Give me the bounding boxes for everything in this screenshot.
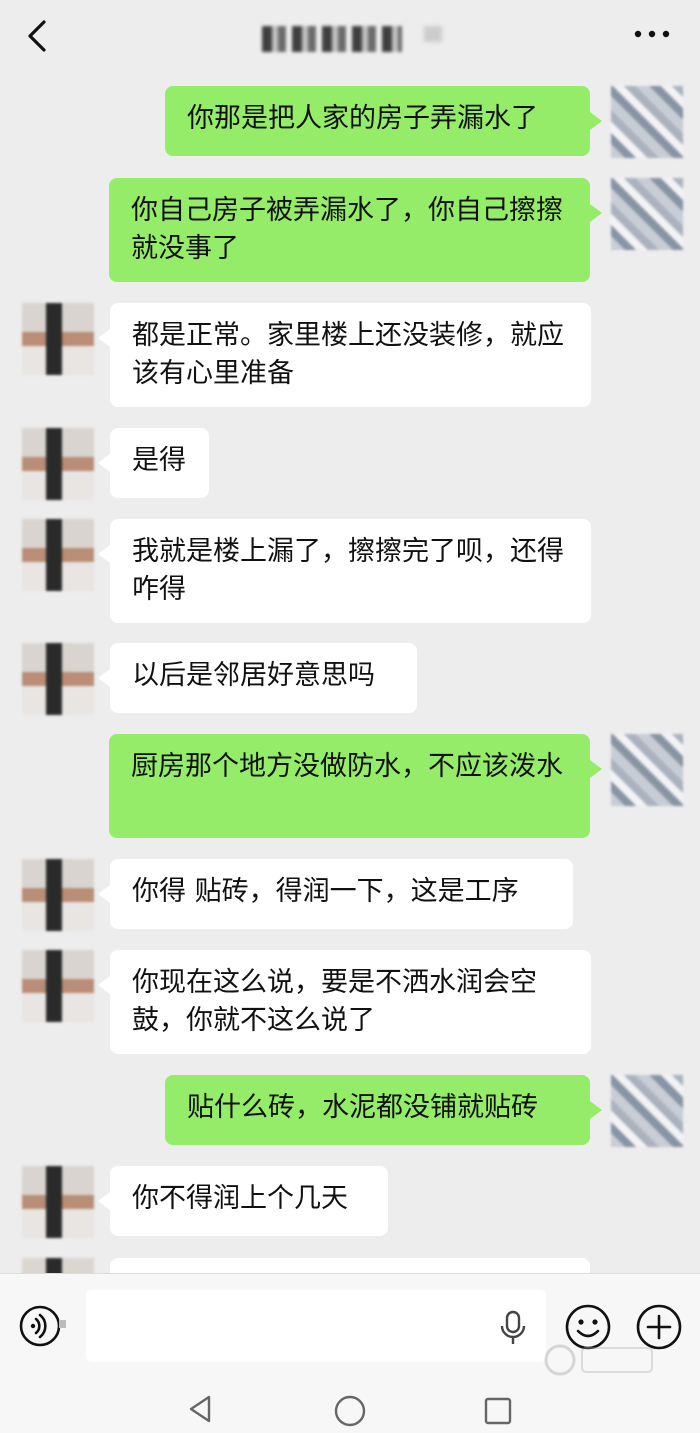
- nav-back-icon[interactable]: [185, 1394, 215, 1424]
- avatar[interactable]: [22, 1258, 94, 1273]
- avatar[interactable]: [22, 859, 94, 931]
- message-bubble[interactable]: 贴什么砖，水泥都没铺就贴砖: [165, 1075, 602, 1145]
- avatar[interactable]: [22, 519, 94, 591]
- chat-title: [262, 26, 402, 52]
- microphone-icon[interactable]: [498, 1310, 528, 1346]
- message-bubble[interactable]: 你现在这么说，要是不洒水润会空鼓，你就不这么说了: [98, 950, 591, 1054]
- message-bubble[interactable]: 你自己房子被弄漏水了，你自己擦擦就没事了: [109, 178, 602, 282]
- message-bubble[interactable]: 我就是楼上漏了，擦擦完了呗，还得咋得: [98, 519, 591, 623]
- message-bubble[interactable]: 都是正常。家里楼上还没装修，就应该有心里准备: [98, 303, 591, 407]
- avatar[interactable]: [22, 428, 94, 500]
- avatar[interactable]: [22, 643, 94, 715]
- more-dots-icon[interactable]: [632, 24, 672, 44]
- chat-title-blur: [424, 26, 442, 42]
- message-bubble[interactable]: 以后是邻居好意思吗: [98, 643, 417, 713]
- message-list[interactable]: 你那是把人家的房子弄漏水了 你自己房子被弄漏水了，你自己擦擦就没事了 都是正常。…: [0, 76, 700, 1273]
- avatar[interactable]: [22, 1166, 94, 1238]
- nav-recents-icon[interactable]: [483, 1396, 513, 1426]
- message-bubble-partial[interactable]: [110, 1258, 590, 1273]
- message-bubble[interactable]: 你得 贴砖，得润一下，这是工序: [98, 859, 573, 929]
- avatar[interactable]: [611, 734, 683, 806]
- avatar[interactable]: [611, 86, 683, 158]
- message-bubble[interactable]: 厨房那个地方没做防水，不应该泼水: [109, 734, 602, 838]
- voice-mode-icon[interactable]: [18, 1302, 66, 1350]
- watermark-logo: [544, 1344, 653, 1376]
- message-input[interactable]: [86, 1290, 546, 1362]
- chat-header: [0, 0, 700, 76]
- avatar[interactable]: [611, 1075, 683, 1147]
- avatar[interactable]: [611, 178, 683, 250]
- nav-home-icon[interactable]: [333, 1394, 367, 1428]
- chevron-left-icon[interactable]: [22, 18, 52, 54]
- message-bubble[interactable]: 是得: [98, 428, 209, 498]
- message-bubble[interactable]: 你那是把人家的房子弄漏水了: [165, 86, 602, 156]
- avatar[interactable]: [22, 950, 94, 1022]
- message-bubble[interactable]: 你不得润上个几天: [98, 1166, 388, 1236]
- system-nav-bar: [0, 1378, 700, 1432]
- avatar[interactable]: [22, 303, 94, 375]
